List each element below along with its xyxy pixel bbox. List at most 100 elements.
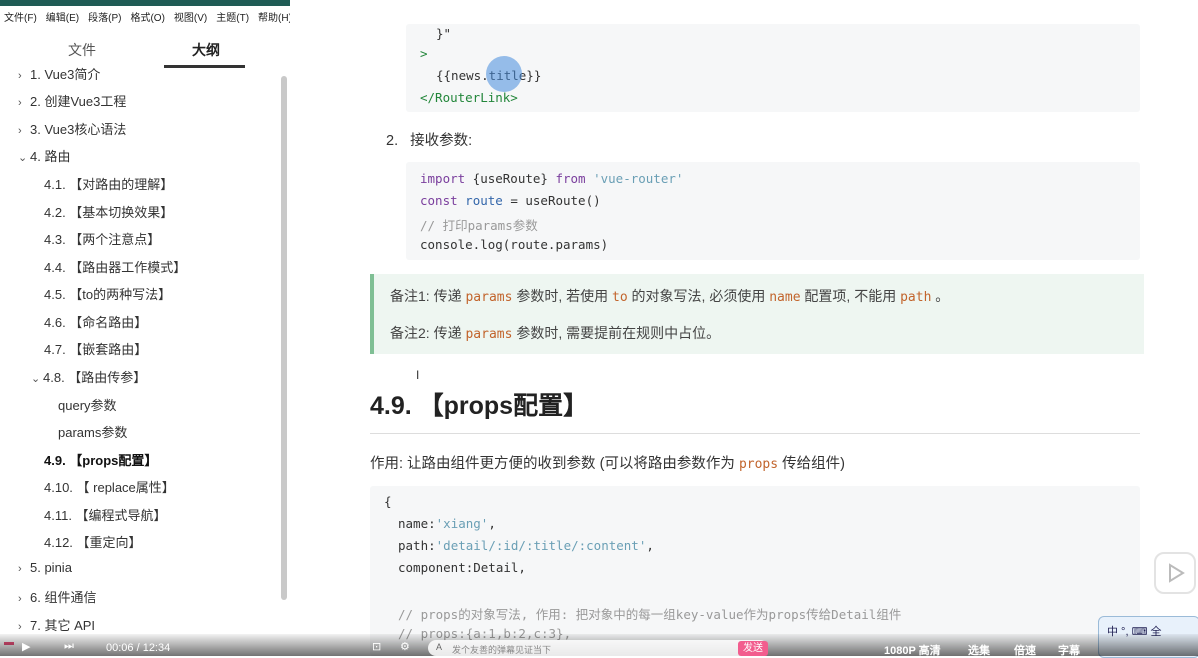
danmu-input[interactable]: A 发个友善的弹幕见证当下	[428, 640, 768, 656]
outline-item-label: 4.12. 【重定向】	[44, 535, 142, 550]
menu-view[interactable]: 视图(V)	[174, 9, 207, 24]
danmu-placeholder: 发个友善的弹幕见证当下	[452, 645, 552, 655]
note-1: 备注1: 传递 params 参数时, 若使用 to 的对象写法, 必须使用 n…	[390, 288, 950, 305]
danmu-settings-icon[interactable]: ⚙	[400, 640, 410, 653]
menu-file[interactable]: 文件(F)	[4, 9, 37, 24]
code-line: component:Detail,	[398, 560, 526, 575]
outline-item[interactable]: › 1. Vue3简介	[18, 64, 100, 83]
note-2: 备注2: 传递 params 参数时, 需要提前在规则中占位。	[390, 325, 721, 342]
code-line: }"	[436, 26, 452, 41]
outline-item[interactable]: 4.1. 【对路由的理解】	[44, 174, 173, 193]
outline-item[interactable]: › 6. 组件通信	[18, 587, 96, 606]
code-line: path:'detail/:id/:title/:content',	[398, 538, 654, 553]
heading-divider	[370, 433, 1140, 434]
outline-item[interactable]: 4.9. 【props配置】	[44, 450, 157, 469]
outline-item-label: 7. 其它 API	[30, 618, 96, 633]
chevron-down-icon[interactable]: ⌄	[31, 372, 43, 385]
play-icon	[1169, 563, 1185, 583]
outline-item[interactable]: › 3. Vue3核心语法	[18, 119, 126, 138]
menu-bar: 文件(F) 编辑(E) 段落(P) 格式(O) 视图(V) 主题(T) 帮助(H…	[0, 6, 294, 26]
outline-item-label: 1. Vue3简介	[30, 67, 101, 82]
tab-file[interactable]: 文件	[68, 40, 96, 60]
outline-item-label: 4.3. 【两个注意点】	[44, 232, 161, 247]
send-button[interactable]: 发送	[738, 641, 768, 656]
menu-help[interactable]: 帮助(H)	[258, 9, 292, 24]
chevron-right-icon[interactable]: ›	[18, 97, 30, 109]
text-cursor-icon: I	[416, 368, 420, 382]
outline-item-label: 4.10. 【 replace属性】	[44, 480, 175, 495]
outline-item[interactable]: 4.3. 【两个注意点】	[44, 229, 160, 248]
tab-outline[interactable]: 大纲	[192, 40, 220, 60]
outline-item[interactable]: 4.5. 【to的两种写法】	[44, 284, 171, 303]
code-comment: // 打印params参数	[420, 218, 538, 233]
blockquote-note: 备注1: 传递 params 参数时, 若使用 to 的对象写法, 必须使用 n…	[370, 274, 1144, 354]
outline-item-label: 4.8. 【路由传参】	[43, 370, 147, 385]
outline-item[interactable]: › 2. 创建Vue3工程	[18, 91, 126, 110]
outline-item[interactable]: 4.6. 【命名路由】	[44, 312, 147, 331]
menu-theme[interactable]: 主题(T)	[216, 9, 249, 24]
menu-edit[interactable]: 编辑(E)	[46, 9, 79, 24]
editor-main: }" > {{news.title}} </RouterLink> 2. 接收参…	[290, 0, 1198, 656]
outline-item-label: 4.11. 【编程式导航】	[44, 508, 167, 523]
outline-item-label: 3. Vue3核心语法	[30, 122, 127, 137]
code-line: const route = useRoute()	[420, 193, 601, 208]
outline-item[interactable]: › 7. 其它 API	[18, 615, 95, 634]
code-line: {	[384, 494, 392, 509]
code-line: name:'xiang',	[398, 516, 496, 531]
chevron-right-icon[interactable]: ›	[18, 621, 30, 633]
outline-item[interactable]: params参数	[58, 422, 127, 441]
outline-item[interactable]: 4.7. 【嵌套路由】	[44, 339, 147, 358]
outline-item-label: 4.1. 【对路由的理解】	[44, 177, 174, 192]
sidebar-scrollbar[interactable]	[281, 76, 287, 600]
code-line: console.log(route.params)	[420, 237, 609, 252]
list-text: 接收参数:	[410, 133, 473, 149]
outline-item-label: params参数	[58, 425, 128, 440]
list-number: 2.	[386, 133, 399, 149]
outline-item-label: 2. 创建Vue3工程	[30, 94, 127, 109]
chevron-right-icon[interactable]: ›	[18, 593, 30, 605]
outline-item-label: query参数	[58, 398, 117, 413]
play-icon[interactable]: ▶	[22, 640, 30, 653]
outline-item-label: 4. 路由	[30, 149, 71, 164]
chevron-right-icon[interactable]: ›	[18, 563, 30, 575]
outline-item[interactable]: 4.10. 【 replace属性】	[44, 477, 175, 496]
float-play-button[interactable]	[1154, 552, 1196, 594]
font-icon: A	[436, 642, 443, 652]
outline-item-label: 4.5. 【to的两种写法】	[44, 287, 172, 302]
outline-item-label: 6. 组件通信	[30, 590, 97, 605]
code-comment: // props的对象写法, 作用: 把对象中的每一组key-value作为pr…	[398, 607, 902, 622]
code-line: </RouterLink>	[420, 90, 518, 105]
sidebar: 文件 大纲 › 1. Vue3简介 › 2. 创建Vue3工程 › 3. Vue3核心语法…	[0, 26, 291, 656]
paragraph-purpose: 作用: 让路由组件更方便的收到参数 (可以将路由参数作为 props 传给组件)	[370, 456, 845, 472]
outline-item-label: 4.6. 【命名路由】	[44, 315, 148, 330]
outline-item[interactable]: › 5. pinia	[18, 560, 72, 575]
outline-item[interactable]: query参数	[58, 395, 117, 414]
next-icon[interactable]: ⏭	[64, 640, 74, 653]
outline-item[interactable]: 4.12. 【重定向】	[44, 532, 142, 551]
menu-paragraph[interactable]: 段落(P)	[88, 9, 121, 24]
chevron-right-icon[interactable]: ›	[18, 70, 30, 82]
code-block-useroute: import {useRoute} from 'vue-router' cons…	[406, 162, 1140, 260]
cursor-highlight	[486, 56, 522, 92]
outline-item-label: 5. pinia	[30, 560, 72, 575]
code-line: >	[420, 46, 428, 61]
code-line: import {useRoute} from 'vue-router'	[420, 171, 684, 186]
danmu-toggle-icon[interactable]: ⊡	[372, 640, 381, 653]
active-tab-indicator	[164, 65, 245, 68]
menu-format[interactable]: 格式(O)	[130, 9, 164, 24]
section-heading: 4.9. 【props配置】	[370, 392, 589, 420]
outline-item-label: 4.9. 【props配置】	[44, 453, 158, 468]
outline-item[interactable]: 4.4. 【路由器工作模式】	[44, 257, 186, 276]
outline-item[interactable]: 4.2. 【基本切换效果】	[44, 202, 173, 221]
outline-item[interactable]: ⌄ 4.8. 【路由传参】	[31, 367, 146, 386]
outline-item[interactable]: ⌄ 4. 路由	[18, 146, 70, 165]
outline-item-label: 4.7. 【嵌套路由】	[44, 342, 148, 357]
outline-item-label: 4.2. 【基本切换效果】	[44, 205, 174, 220]
time-display: 00:06 / 12:34	[106, 642, 171, 654]
list-item-2: 2. 接收参数:	[386, 129, 472, 150]
code-block-props: { name:'xiang', path:'detail/:id/:title/…	[370, 486, 1140, 656]
outline-item[interactable]: 4.11. 【编程式导航】	[44, 505, 167, 524]
chevron-right-icon[interactable]: ›	[18, 125, 30, 137]
outline-item-label: 4.4. 【路由器工作模式】	[44, 260, 187, 275]
chevron-down-icon[interactable]: ⌄	[18, 151, 30, 164]
